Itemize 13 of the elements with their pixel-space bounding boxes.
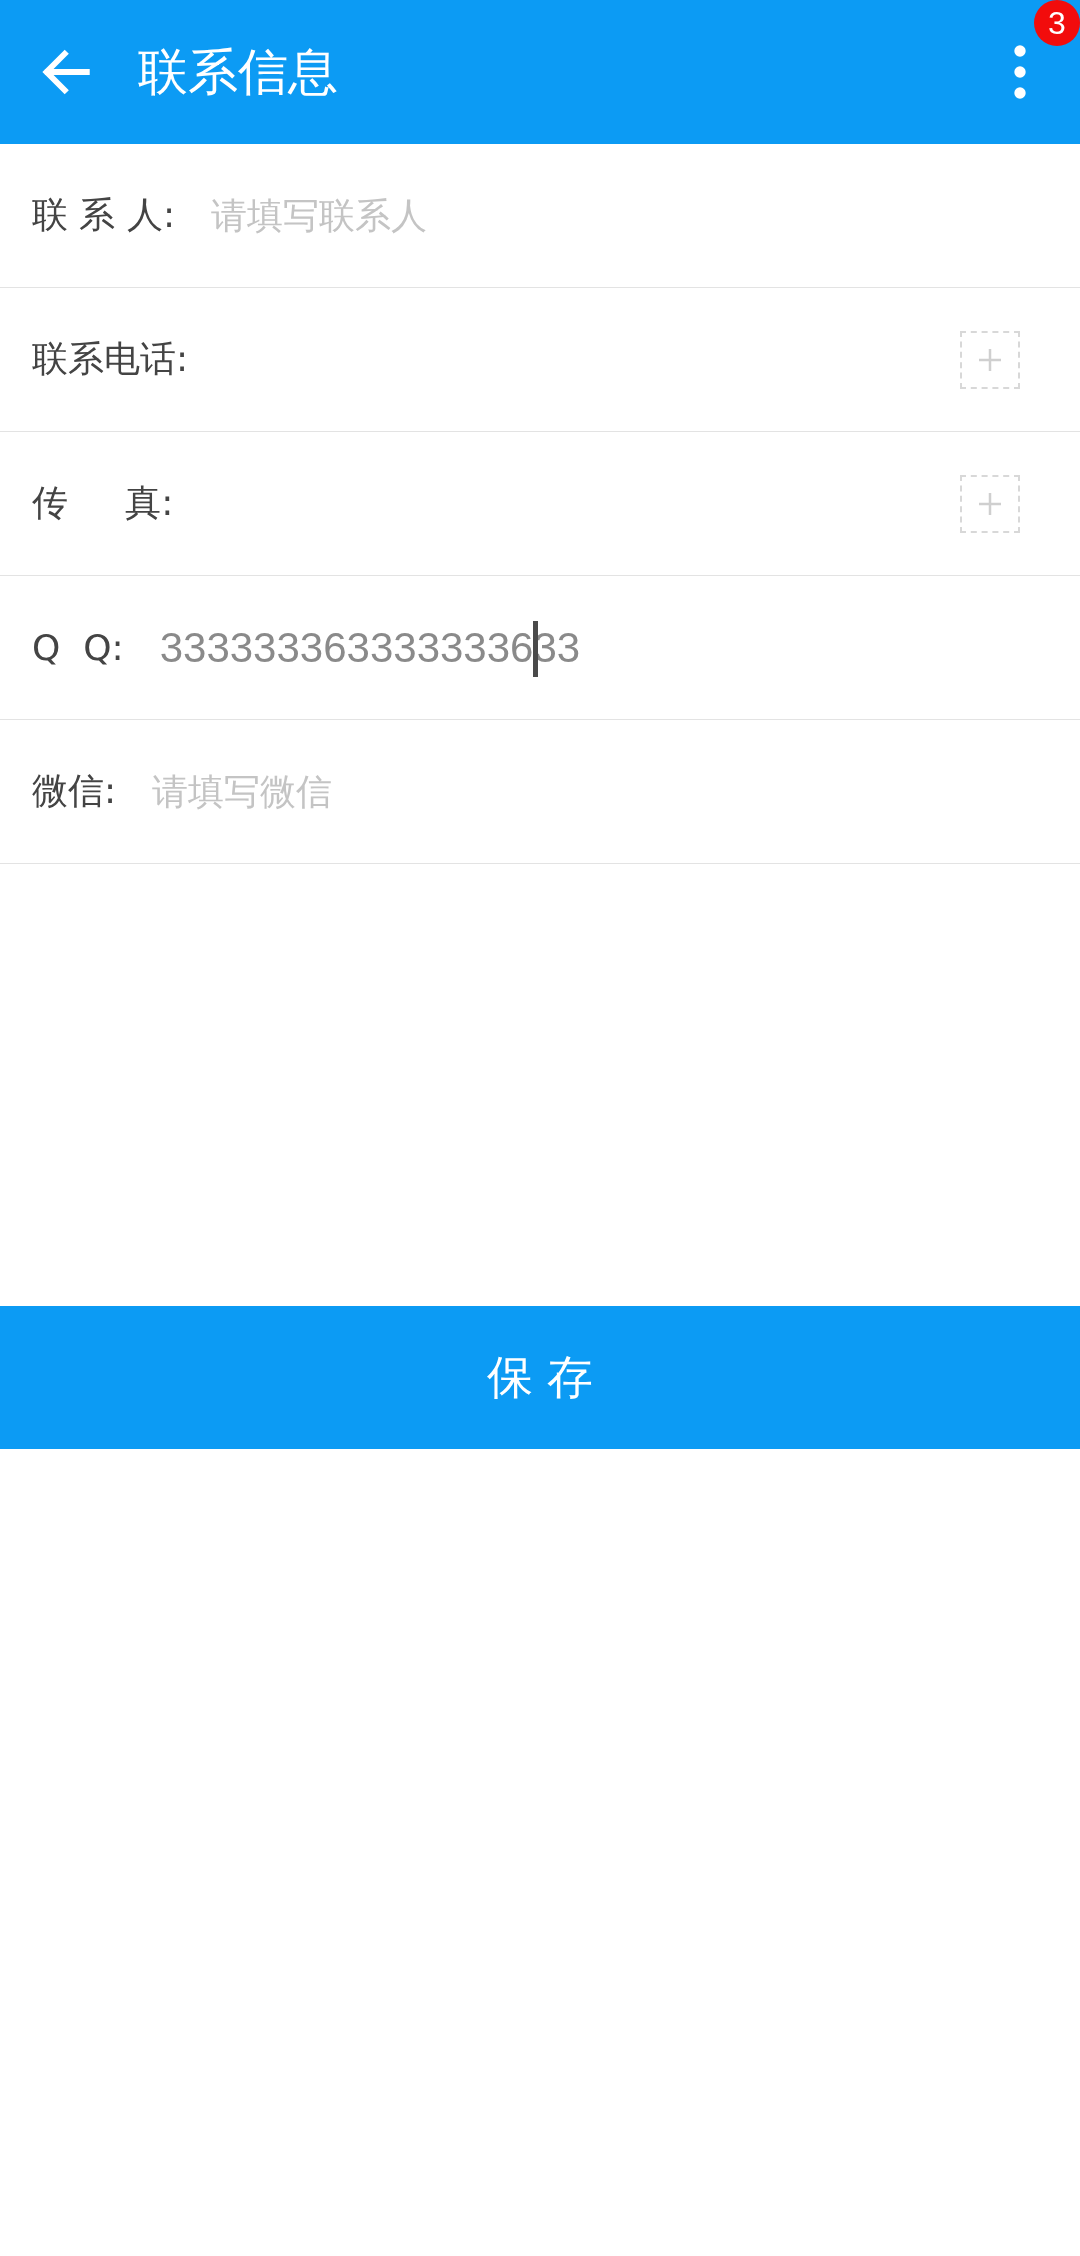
text-input[interactable]: 请填写微信 bbox=[152, 770, 618, 813]
screen-title: 联系信息 bbox=[138, 41, 339, 103]
field-label: 传 真: bbox=[32, 481, 174, 525]
notification-badge: 3 bbox=[1034, 0, 1080, 46]
add-button[interactable] bbox=[960, 474, 1020, 533]
save-button[interactable]: 保 存 bbox=[0, 1306, 1080, 1449]
field-label: 微信: bbox=[32, 769, 117, 813]
text-input[interactable]: 请填写联系人 bbox=[211, 194, 676, 237]
add-button[interactable] bbox=[960, 330, 1020, 389]
field-label: 联系电话: bbox=[32, 337, 189, 381]
field-label: Q Q: bbox=[32, 627, 124, 668]
field-label: 联 系 人: bbox=[32, 193, 175, 237]
more-menu-icon[interactable] bbox=[1012, 44, 1028, 100]
